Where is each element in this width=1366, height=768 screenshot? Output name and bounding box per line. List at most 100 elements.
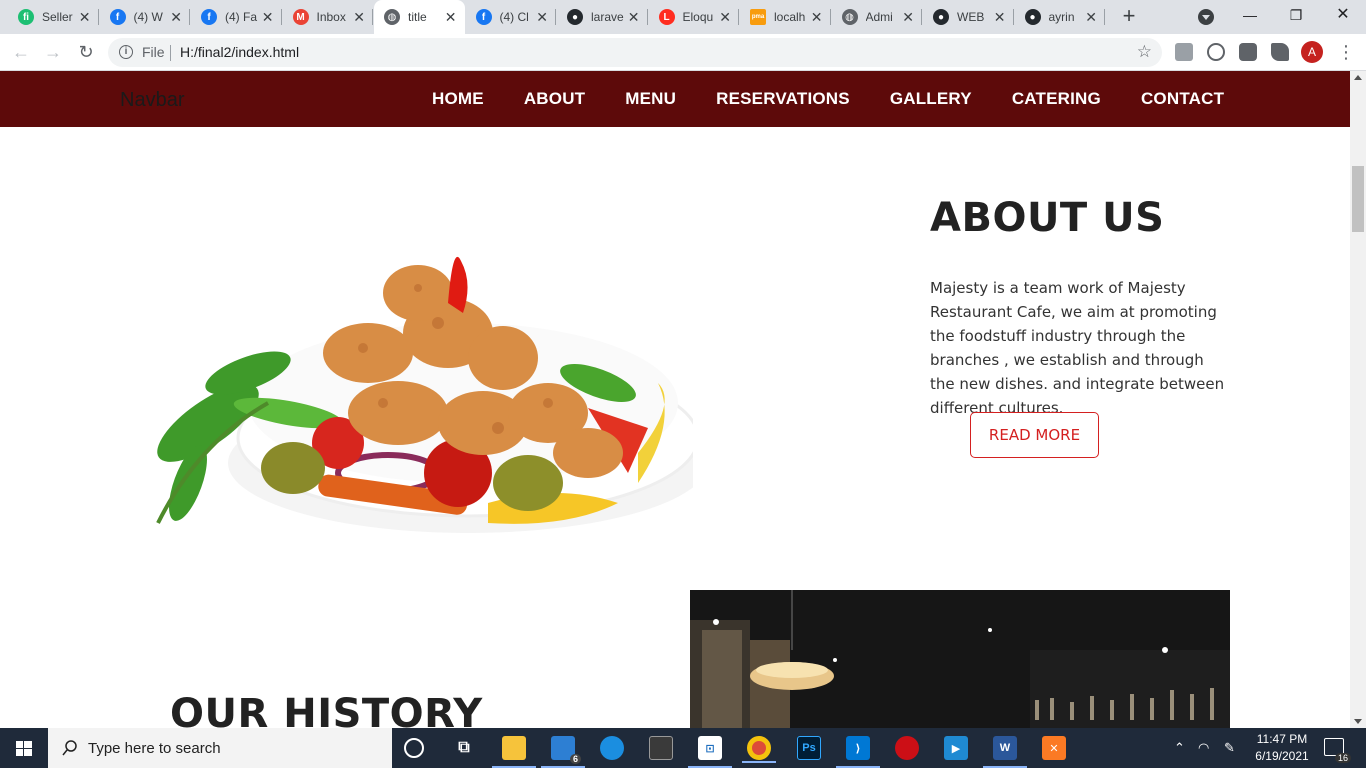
pdf-extension-icon[interactable] [1175, 43, 1193, 61]
restore-button[interactable]: ❐ [1273, 0, 1319, 30]
food-dish-image [156, 256, 693, 533]
github-icon: ● [933, 9, 949, 25]
pen-icon[interactable]: ✎ [1224, 740, 1235, 756]
browser-tab[interactable]: ● ayrin ✕ [1015, 0, 1105, 34]
nav-link-reservations[interactable]: RESERVATIONS [716, 89, 850, 109]
tab-title: WEB [957, 10, 985, 24]
notifications-icon[interactable]: 16 [1324, 738, 1351, 763]
info-icon[interactable]: i [119, 45, 133, 59]
close-tab-icon[interactable]: ✕ [1085, 10, 1097, 24]
url-text[interactable]: H:/final2/index.html [180, 44, 299, 60]
system-clock[interactable]: 11:47 PM 6/19/2021 [1250, 731, 1314, 765]
xampp-icon[interactable]: ✕ [1042, 736, 1066, 760]
tab-separator [97, 9, 99, 25]
tab-search-icon[interactable] [1198, 9, 1214, 25]
close-tab-icon[interactable]: ✕ [79, 10, 91, 24]
taskbar-search-box[interactable]: Type here to search [48, 728, 392, 768]
remote-desktop-icon[interactable]: ⊡ [688, 736, 732, 768]
tray-chevron-icon[interactable]: ⌃ [1174, 740, 1185, 756]
browser-tab[interactable]: ◍ Admi ✕ [832, 0, 922, 34]
github-icon: ● [1024, 9, 1041, 25]
close-tab-icon[interactable]: ✕ [994, 10, 1006, 24]
new-tab-button[interactable]: + [1118, 5, 1140, 28]
tab-title: localh [774, 10, 806, 24]
close-tab-icon[interactable]: ✕ [811, 10, 823, 24]
close-tab-icon[interactable]: ✕ [536, 10, 548, 24]
forward-button[interactable]: → [43, 42, 63, 62]
puzzle-extensions-icon[interactable] [1271, 43, 1289, 61]
back-button[interactable]: ← [11, 42, 31, 62]
tab-title: (4) W [133, 10, 163, 24]
tab-title: Eloqu [682, 10, 714, 24]
close-window-button[interactable]: ✕ [1320, 0, 1366, 30]
github-icon: ● [567, 9, 583, 25]
page-scrollbar[interactable] [1350, 71, 1366, 728]
about-paragraph: Majesty is a team work of Majesty Restau… [930, 279, 1225, 417]
opera-icon[interactable] [895, 736, 919, 760]
camera-extension-icon[interactable] [1239, 43, 1257, 61]
reload-button[interactable]: ↻ [76, 42, 96, 62]
browser-tab[interactable]: ● larave ✕ [557, 0, 648, 34]
close-tab-icon[interactable]: ✕ [719, 10, 731, 24]
vscode-icon[interactable]: ⟩ [836, 736, 880, 768]
close-tab-icon[interactable]: ✕ [628, 10, 640, 24]
tab-separator [1012, 9, 1014, 25]
extension-icon[interactable] [1207, 43, 1225, 61]
nav-link-about[interactable]: ABOUT [524, 89, 585, 109]
chrome-icon[interactable] [742, 736, 776, 763]
browser-tab[interactable]: pma localh ✕ [740, 0, 831, 34]
media-player-icon[interactable]: ▶ [944, 736, 968, 760]
browser-tab[interactable]: L Eloqu ✕ [649, 0, 739, 34]
nav-link-contact[interactable]: CONTACT [1141, 89, 1224, 109]
nav-link-catering[interactable]: CATERING [1012, 89, 1101, 109]
close-tab-icon[interactable]: ✕ [262, 10, 274, 24]
scheme-label: File [142, 44, 165, 60]
tab-separator [189, 9, 190, 25]
nav-link-gallery[interactable]: GALLERY [890, 89, 972, 109]
browser-tab[interactable]: f (4) Fa ✕ [191, 0, 282, 34]
browser-tab[interactable]: f (4) W ✕ [100, 0, 190, 34]
navbar-brand[interactable]: Navbar [120, 89, 184, 112]
mail-icon[interactable]: 6 [541, 736, 585, 768]
cortana-icon[interactable] [404, 738, 424, 758]
edge-icon[interactable] [600, 736, 624, 760]
scroll-down-arrow-icon[interactable] [1354, 719, 1362, 724]
browser-tab[interactable]: ● WEB ✕ [923, 0, 1014, 34]
photoshop-icon[interactable]: Ps [797, 736, 821, 760]
nav-link-menu[interactable]: MENU [625, 89, 676, 109]
tab-separator [921, 9, 922, 25]
globe-icon: ◍ [384, 9, 400, 25]
facebook-icon: f [201, 9, 217, 25]
tab-title: Admi [865, 10, 893, 24]
file-explorer-icon[interactable] [492, 736, 536, 768]
close-tab-icon[interactable]: ✕ [902, 10, 914, 24]
store-icon[interactable] [649, 736, 673, 760]
browser-tab[interactable]: fi Seller ✕ [8, 0, 99, 34]
nav-links: HOME ABOUT MENU RESERVATIONS GALLERY CATERING… [412, 71, 1244, 127]
address-bar[interactable]: i File H:/final2/index.html ☆ [108, 38, 1162, 67]
minimize-button[interactable]: — [1227, 0, 1273, 30]
search-icon [62, 740, 77, 756]
profile-avatar[interactable]: A [1301, 41, 1323, 63]
browser-tab-strip: fi Seller ✕ f (4) W ✕ f (4) Fa ✕ M Inbox ✕ ◍ title ✕ f (… [0, 0, 1366, 34]
windows-start-icon[interactable] [0, 728, 48, 768]
close-tab-icon[interactable]: ✕ [170, 10, 182, 24]
browser-tab[interactable]: M Inbox ✕ [283, 0, 373, 34]
tab-title: (4) Cl [499, 10, 529, 24]
tab-title: Seller [42, 10, 73, 24]
fiverr-icon: fi [18, 9, 34, 25]
scrollbar-thumb[interactable] [1352, 166, 1364, 232]
wifi-icon[interactable]: ◠ [1198, 740, 1209, 756]
nav-link-home[interactable]: HOME [432, 89, 484, 109]
bookmark-star-icon[interactable]: ☆ [1137, 42, 1152, 62]
site-navbar: Navbar HOME ABOUT MENU RESERVATIONS GALLERY C… [0, 71, 1350, 127]
browser-tab[interactable]: f (4) Cl ✕ [466, 0, 556, 34]
browser-tab[interactable]: ◍ title ✕ [374, 0, 465, 34]
menu-kebab-icon[interactable]: ⋮ [1336, 42, 1356, 62]
read-more-button[interactable]: READ MORE [970, 412, 1099, 458]
scroll-up-arrow-icon[interactable] [1354, 75, 1362, 80]
task-view-icon[interactable]: ⧉ [452, 736, 476, 760]
word-icon[interactable]: W [983, 736, 1027, 768]
close-tab-icon[interactable]: ✕ [353, 10, 365, 24]
close-tab-icon[interactable]: ✕ [445, 10, 457, 24]
